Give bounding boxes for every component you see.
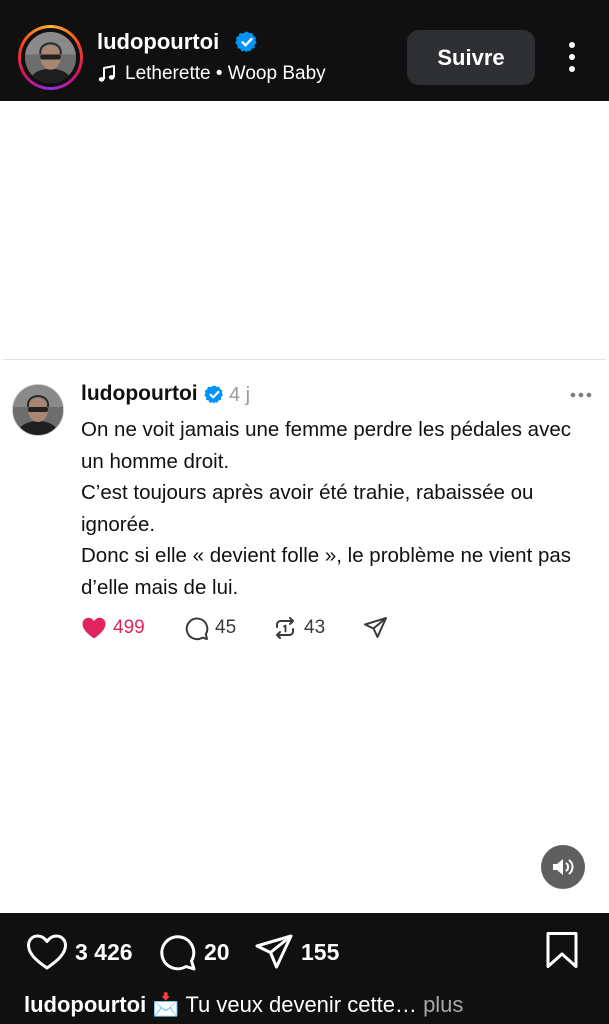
caption-more-link[interactable]: plus [423,992,463,1017]
verified-icon [204,385,223,404]
post-like-button[interactable]: 499 [81,612,145,644]
post-comment-button[interactable]: 45 [184,612,236,644]
bookmark-icon [546,932,578,968]
reel-caption[interactable]: ludopourtoi 📩 Tu veux devenir cette… plu… [24,991,604,1019]
follow-button[interactable]: Suivre [407,30,535,85]
post-like-count: 499 [113,617,145,638]
verified-icon [235,31,257,53]
volume-icon [553,859,574,875]
like-button[interactable]: 3 426 [26,932,133,972]
more-vertical-icon[interactable] [562,40,582,74]
caption-text: 📩 Tu veux devenir cette… [152,992,417,1017]
post-repost-button[interactable]: 43 [272,612,325,644]
send-icon [255,934,293,969]
post-share-button[interactable] [363,612,388,644]
post-paragraph: C’est toujours après avoir été trahie, r… [81,481,534,536]
post-paragraph: Donc si elle « devient folle », le probl… [81,544,572,599]
post-paragraph: On ne voit jamais une femme perdre les p… [81,418,571,473]
comment-count: 20 [204,938,230,965]
post-comment-count: 45 [215,617,237,638]
header-username[interactable]: ludopourtoi [97,29,219,55]
comment-icon [160,935,196,971]
send-icon [364,617,387,638]
audio-track[interactable]: Letherette • Woop Baby [125,62,326,86]
heart-icon [27,934,67,970]
caption-username[interactable]: ludopourtoi [24,992,146,1017]
card-divider [3,359,606,360]
repost-icon [276,617,294,639]
comment-button[interactable]: 20 [157,932,230,972]
mute-toggle-button[interactable] [541,845,585,889]
share-count: 155 [301,938,340,965]
heart-icon [82,617,106,639]
post-body: On ne voit jamais une femme perdre les p… [81,414,591,603]
post-username[interactable]: ludopourtoi [81,381,198,407]
share-button[interactable]: 155 [254,932,339,972]
post-timestamp: 4 j [229,384,251,406]
avatar-photo [25,32,76,83]
music-note-icon [98,65,115,82]
post-repost-count: 43 [304,617,326,638]
profile-avatar[interactable] [18,25,83,90]
save-button[interactable] [545,930,579,970]
more-horizontal-icon[interactable] [569,385,593,405]
like-count: 3 426 [75,938,133,965]
post-avatar[interactable] [12,384,64,436]
comment-icon [185,617,209,640]
